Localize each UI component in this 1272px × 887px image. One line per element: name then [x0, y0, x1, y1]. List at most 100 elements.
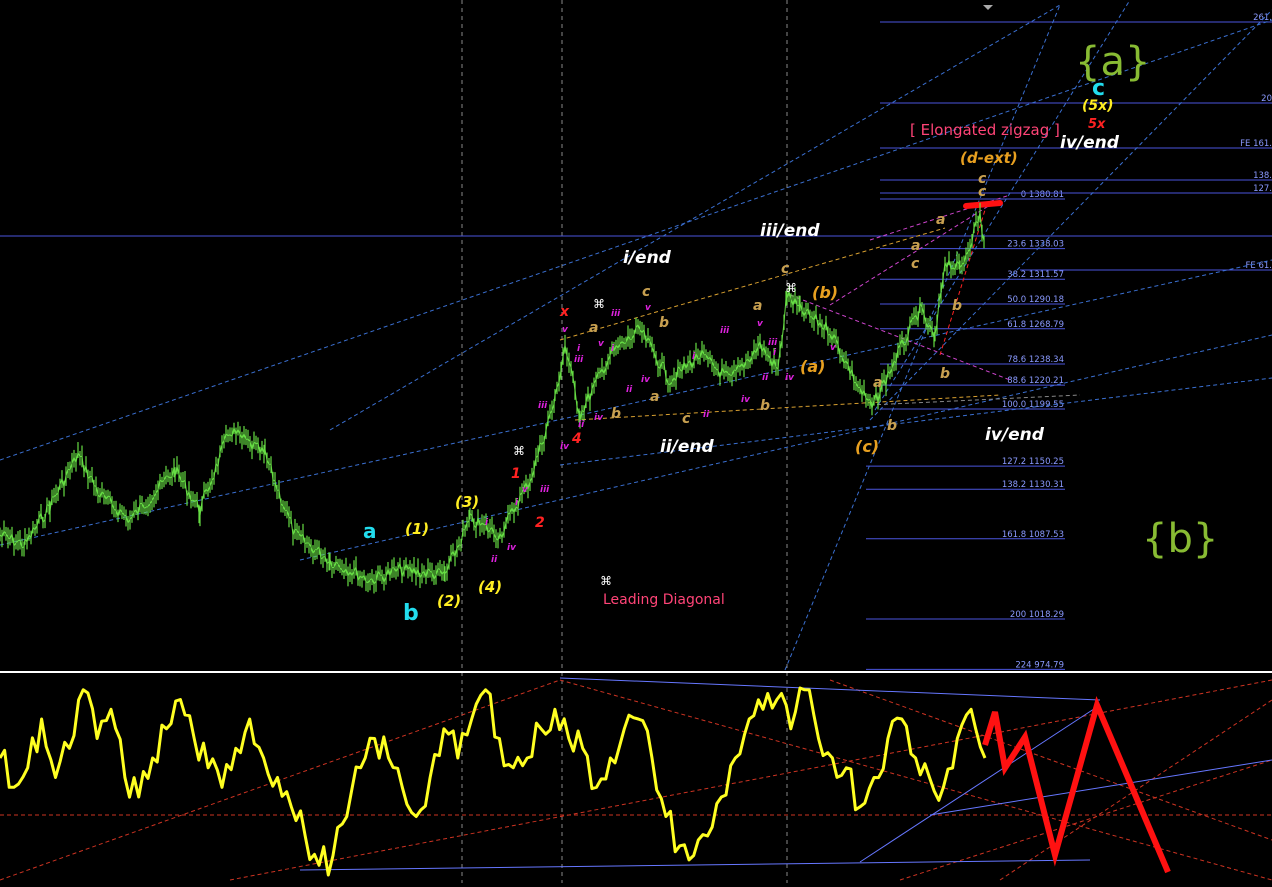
wave-labels: {a} {b} [ Elongated zigzag ] Leading Diagon… [363, 39, 1218, 626]
wave-b-paren-label: (b) [812, 283, 838, 302]
d-ext-label: (d-ext) [960, 149, 1018, 167]
top-marker-bar [963, 200, 1003, 209]
sub-wave-label: iii [611, 309, 621, 319]
sub-wave-label: iii [720, 326, 730, 336]
scroll-marker-icon [983, 5, 993, 10]
iv-end-lower-label: iv/end [985, 425, 1045, 445]
fib-extension-label: 138. [1253, 171, 1272, 181]
wave-c-cyan-label: c [1092, 76, 1105, 101]
sub-wave-label: v [562, 325, 569, 335]
command-marker-icon: ⌘ [785, 281, 797, 295]
sub-wave-label: b [952, 298, 962, 314]
sub-wave-label: iv [741, 395, 751, 405]
sub-wave-label: v [757, 319, 764, 329]
big-a-label: {a} [1075, 39, 1150, 85]
leading-diagonal-label: Leading Diagonal [603, 592, 725, 608]
five-x-label: 5x [1088, 117, 1106, 132]
fib-extension-label: 261. [1253, 13, 1272, 23]
sub-wave-label: iv [594, 413, 604, 423]
sub-wave-label: b [659, 315, 669, 331]
sub-wave-label: b [760, 398, 770, 414]
wave-2-label: (2) [437, 592, 461, 610]
sub-wave-label: a [753, 298, 762, 314]
fib-extension-label: 20 [1261, 94, 1272, 104]
sub-wave-label: iv [560, 442, 570, 452]
elongated-zigzag-label: [ Elongated zigzag ] [910, 121, 1060, 139]
fib-extension-label: 127. [1253, 184, 1272, 194]
fib-level-label: 50.0 1290.18 [1007, 295, 1064, 305]
price-series [0, 202, 985, 594]
sub-wave-label: b [887, 418, 897, 434]
fib-level-label: 161.8 1087.53 [1002, 530, 1064, 540]
elliott-wave-chart: 0 1380.81 23.6 1338.03 38.2 1311.57 50.0 12… [0, 0, 1272, 883]
i-end-label: i/end [623, 248, 672, 268]
trend-channel-line [329, 4, 1061, 431]
sub-wave-label: a [873, 375, 882, 391]
sub-wave-label: c [682, 411, 691, 427]
oscillator-guide-line [229, 679, 1272, 881]
wave-a-cyan-label: a [363, 519, 377, 543]
sub-wave-label: b [940, 366, 950, 382]
fib-level-label: 88.6 1220.21 [1007, 376, 1064, 386]
sub-wave-label: iii [538, 401, 548, 411]
fib-level-label: 200 1018.29 [1010, 610, 1064, 620]
sub-wave-label: ii [762, 373, 769, 383]
sub-wave-label: iii [574, 355, 584, 365]
sub-wave-label: a [936, 212, 945, 228]
sub-wave-label: ii [626, 385, 633, 395]
ii-end-label: ii/end [660, 437, 714, 457]
command-marker-icon: ⌘ [513, 444, 525, 458]
wave-c-paren-label: (c) [855, 437, 879, 456]
sub-wave-label: iii [768, 338, 778, 348]
sub-wave-label: a [650, 389, 659, 405]
fib-level-label: 23.6 1338.03 [1007, 240, 1064, 250]
sub-wave-label: i [773, 348, 777, 358]
sub-wave-label: iv [641, 375, 651, 385]
sub-wave-label: iii [540, 485, 550, 495]
oscillator-guide-line [929, 759, 1272, 816]
red-1-label: 1 [511, 466, 521, 482]
sub-wave-label: c [642, 284, 651, 300]
price-trace [0, 212, 985, 586]
trend-channel-line [0, 19, 1272, 461]
sub-wave-label: ii [578, 420, 585, 430]
wave-a-paren-label: (a) [800, 357, 825, 376]
fib-level-label: 78.6 1238.34 [1007, 355, 1064, 365]
sub-wave-label: iv [785, 373, 795, 383]
fib-level-label: 224 974.79 [1015, 660, 1064, 670]
trend-channel-line [939, 209, 986, 356]
sub-wave-label: ii [491, 555, 498, 565]
sub-wave-label: ii [703, 410, 710, 420]
sub-wave-label: v [598, 339, 605, 349]
wave-4-label: (4) [478, 578, 502, 596]
oscillator-guide-line [559, 677, 1101, 701]
oscillator-guide-line [829, 679, 1272, 841]
sub-wave-label: a [589, 320, 598, 336]
sub-wave-label: c [781, 261, 790, 277]
red-x-label: x [559, 304, 570, 320]
oscillator-guide-line [559, 679, 1272, 881]
big-b-label: {b} [1142, 516, 1218, 562]
fib-level-label: 61.8 1268.79 [1007, 320, 1064, 330]
iii-end-label: iii/end [760, 221, 820, 241]
vertical-dividers [461, 0, 788, 883]
sub-wave-label: iv [507, 543, 517, 553]
trend-channel-line [784, 4, 1061, 671]
oscillator-guides [0, 677, 1272, 881]
oscillator-projection-line [982, 695, 1171, 874]
red-4-label: 4 [571, 431, 582, 447]
fib-extension-label: FE 161. [1240, 139, 1272, 149]
trend-channel-line [559, 227, 946, 341]
oscillator-guide-line [299, 859, 1091, 871]
sub-wave-label: i [577, 344, 581, 354]
wave-1-label: (1) [405, 520, 429, 538]
red-2-label: 2 [535, 515, 545, 531]
wave-3-label: (3) [455, 493, 479, 511]
iv-end-upper-label: iv/end [1060, 133, 1120, 153]
command-marker-icon: ⌘ [600, 574, 612, 588]
sub-wave-label: a [911, 238, 920, 254]
trend-channel-line [869, 9, 1272, 421]
fib-level-label: 0 1380.81 [1021, 190, 1064, 200]
sub-wave-label: v [645, 303, 652, 313]
fib-level-label: 138.2 1130.31 [1002, 480, 1064, 490]
